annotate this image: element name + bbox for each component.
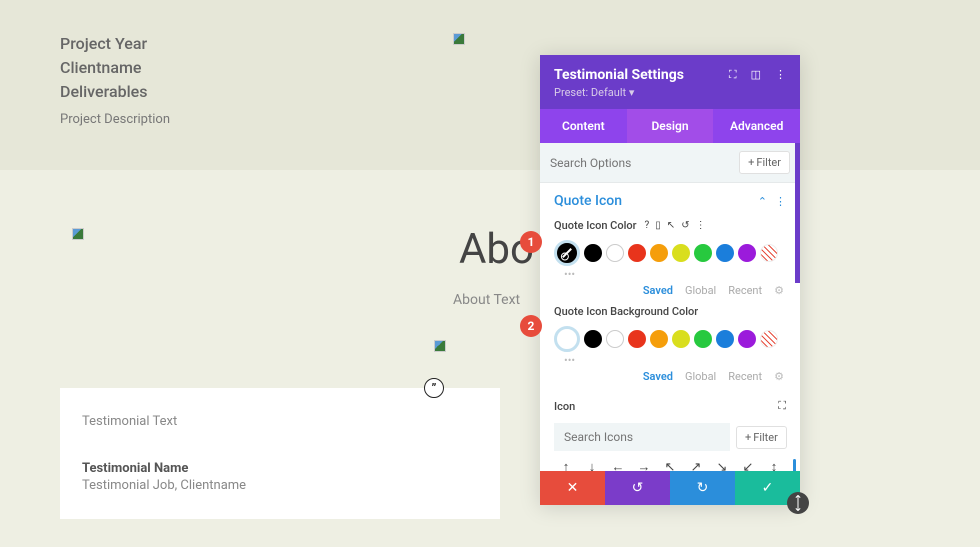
broken-image-icon xyxy=(72,228,84,240)
icon-option[interactable]: ↙ xyxy=(736,457,760,471)
swatch-selected-eyedropper[interactable] xyxy=(554,240,580,266)
recent-tab[interactable]: Recent xyxy=(728,284,762,297)
swatch-white[interactable] xyxy=(606,330,624,348)
icon-search-input[interactable] xyxy=(554,423,730,451)
swatch-blue[interactable] xyxy=(716,244,734,262)
swatch-more-icon[interactable]: ••• xyxy=(564,354,786,367)
panel-tabs: Content Design Advanced xyxy=(540,109,800,143)
project-description: Project Description xyxy=(60,112,170,127)
tab-advanced[interactable]: Advanced xyxy=(713,109,800,143)
global-tab[interactable]: Global xyxy=(685,284,716,297)
scrollbar-thumb[interactable] xyxy=(795,143,800,283)
icon-option[interactable]: ↘ xyxy=(710,457,734,471)
quote-icon-bg-label: Quote Icon Background Color xyxy=(554,305,698,318)
project-deliverables: Deliverables xyxy=(60,80,170,104)
preset-label[interactable]: Preset: Default ▾ xyxy=(554,86,786,99)
testimonial-job: Testimonial Job, Clientname xyxy=(82,478,478,493)
gear-icon[interactable]: ⚙ xyxy=(774,284,784,297)
dock-icon[interactable]: ◫ xyxy=(751,68,761,82)
section-quote-icon-title[interactable]: Quote Icon xyxy=(554,193,622,209)
settings-panel[interactable]: Testimonial Settings ⛶ ◫ ⋮ Preset: Defau… xyxy=(540,55,800,505)
icon-filter-button[interactable]: +Filter xyxy=(736,426,787,449)
swatch-orange[interactable] xyxy=(650,244,668,262)
cursor-icon[interactable]: ↖ xyxy=(667,220,675,231)
swatch-more-icon[interactable]: ••• xyxy=(564,268,786,281)
testimonial-text: Testimonial Text xyxy=(82,414,478,429)
expand-icon[interactable]: ⛶ xyxy=(778,399,786,413)
swatch-red[interactable] xyxy=(628,330,646,348)
more-icon[interactable]: ⋮ xyxy=(696,220,706,231)
panel-header[interactable]: Testimonial Settings ⛶ ◫ ⋮ Preset: Defau… xyxy=(540,55,800,109)
phone-icon[interactable]: ▯ xyxy=(655,220,661,231)
recent-tab[interactable]: Recent xyxy=(728,370,762,383)
project-client: Clientname xyxy=(60,56,170,80)
icon-option[interactable]: ↕ xyxy=(762,457,786,471)
swatch-none[interactable] xyxy=(760,330,778,348)
tab-content[interactable]: Content xyxy=(540,109,627,143)
swatch-yellow[interactable] xyxy=(672,244,690,262)
search-options-input[interactable] xyxy=(550,156,739,170)
swatch-none[interactable] xyxy=(760,244,778,262)
swatch-green[interactable] xyxy=(694,330,712,348)
panel-body: +Filter Quote Icon ⌃ ⋮ Quote Icon Color … xyxy=(540,143,800,471)
tab-design[interactable]: Design xyxy=(627,109,714,143)
section-more-icon[interactable]: ⋮ xyxy=(775,195,786,208)
icon-grid: ↑↓←→↖↗↘↙↕⤢↔↔⤡⤢↗↙✛∧»∨ xyxy=(554,457,786,471)
testimonial-module[interactable]: Testimonial Text Testimonial Name Testim… xyxy=(60,388,500,519)
icon-option[interactable]: → xyxy=(632,457,656,471)
testimonial-name: Testimonial Name xyxy=(82,461,478,476)
annotation-2: 2 xyxy=(520,315,542,337)
redo-button[interactable]: ↻ xyxy=(670,471,735,505)
help-icon[interactable]: ? xyxy=(645,220,650,231)
icon-option[interactable]: ← xyxy=(606,457,630,471)
broken-image-icon xyxy=(434,340,446,352)
reset-icon[interactable]: ↺ xyxy=(681,220,689,231)
about-text: About Text xyxy=(453,292,534,308)
saved-tab[interactable]: Saved xyxy=(643,284,673,297)
swatch-green[interactable] xyxy=(694,244,712,262)
project-year: Project Year xyxy=(60,32,170,56)
filter-button[interactable]: +Filter xyxy=(739,151,790,174)
panel-title: Testimonial Settings xyxy=(554,67,684,83)
swatch-white[interactable] xyxy=(606,244,624,262)
swatch-red[interactable] xyxy=(628,244,646,262)
broken-image-icon xyxy=(453,33,465,45)
more-icon[interactable]: ⋮ xyxy=(775,68,786,82)
project-info-block: Project Year Clientname Deliverables Pro… xyxy=(60,32,170,127)
saved-tab[interactable]: Saved xyxy=(643,370,673,383)
swatch-selected-transparent[interactable] xyxy=(554,326,580,352)
action-bar: ✕ ↺ ↻ ✓ xyxy=(540,471,800,505)
swatch-blue[interactable] xyxy=(716,330,734,348)
swatch-yellow[interactable] xyxy=(672,330,690,348)
collapse-icon[interactable]: ⌃ xyxy=(758,195,767,208)
swatch-orange[interactable] xyxy=(650,330,668,348)
icon-option[interactable]: ↗ xyxy=(684,457,708,471)
swatch-purple[interactable] xyxy=(738,244,756,262)
expand-icon[interactable]: ⛶ xyxy=(729,68,737,82)
icon-option[interactable]: ↖ xyxy=(658,457,682,471)
search-row: +Filter xyxy=(540,143,800,183)
resize-handle[interactable]: ⟷ xyxy=(787,492,809,514)
quote-icon-bg-swatches xyxy=(554,326,786,352)
icon-option[interactable]: ↓ xyxy=(580,457,604,471)
annotation-1: 1 xyxy=(520,231,542,253)
icon-label: Icon xyxy=(554,400,575,413)
quote-icon: ” xyxy=(424,378,444,398)
cancel-button[interactable]: ✕ xyxy=(540,471,605,505)
swatch-purple[interactable] xyxy=(738,330,756,348)
global-tab[interactable]: Global xyxy=(685,370,716,383)
icon-option[interactable]: ↑ xyxy=(554,457,578,471)
gear-icon[interactable]: ⚙ xyxy=(774,370,784,383)
quote-icon-color-label: Quote Icon Color xyxy=(554,219,637,232)
swatch-black[interactable] xyxy=(584,244,602,262)
undo-button[interactable]: ↺ xyxy=(605,471,670,505)
icon-grid-scrollbar[interactable] xyxy=(793,459,796,471)
swatch-black[interactable] xyxy=(584,330,602,348)
quote-icon-color-swatches xyxy=(554,240,786,266)
